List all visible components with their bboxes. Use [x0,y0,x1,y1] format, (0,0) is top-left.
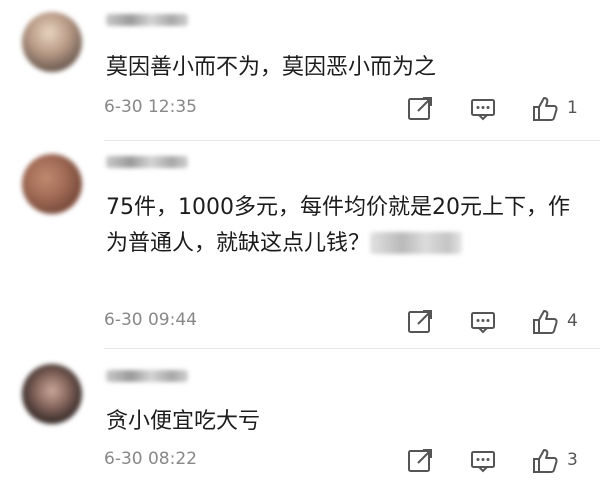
comment-meta: 6-30 12:35 1 [104,95,584,125]
comment-item: 莫因善小而不为，莫因恶小而为之 6-30 12:35 1 [0,0,600,140]
share-icon[interactable] [406,308,434,336]
comment-icon[interactable] [469,447,497,475]
comment-meta: 6-30 09:44 4 [104,308,584,338]
username-blurred[interactable] [106,14,188,26]
comment-time: 6-30 08:22 [104,449,197,469]
avatar[interactable] [22,364,82,424]
username-blurred[interactable] [106,156,188,168]
thumbs-up-icon[interactable] [531,308,559,336]
thumbs-up-icon[interactable] [531,95,559,123]
comment-text: 莫因善小而不为，莫因恶小而为之 [106,55,437,80]
comment-icon[interactable] [469,95,497,123]
like-count: 3 [567,450,578,470]
redacted-text [370,232,463,254]
comment-item: 75件，1000多元，每件均价就是20元上下，作为普通人，就缺这点儿钱？ 6-3… [0,140,600,348]
comment-time: 6-30 09:44 [104,310,197,330]
avatar[interactable] [22,12,82,72]
share-icon[interactable] [406,95,434,123]
comment-text: 贪小便宜吃大亏 [106,409,261,434]
like-count: 4 [567,311,578,331]
thumbs-up-icon[interactable] [531,447,559,475]
like-count: 1 [567,98,578,118]
avatar[interactable] [22,154,82,214]
comment-time: 6-30 12:35 [104,97,197,117]
comment-meta: 6-30 08:22 3 [104,447,584,477]
comment-item: 贪小便宜吃大亏 6-30 08:22 3 [0,348,600,489]
comment-text: 75件，1000多元，每件均价就是20元上下，作为普通人，就缺这点儿钱？ [106,195,570,256]
username-blurred[interactable] [106,370,188,382]
share-icon[interactable] [406,447,434,475]
comment-icon[interactable] [469,308,497,336]
